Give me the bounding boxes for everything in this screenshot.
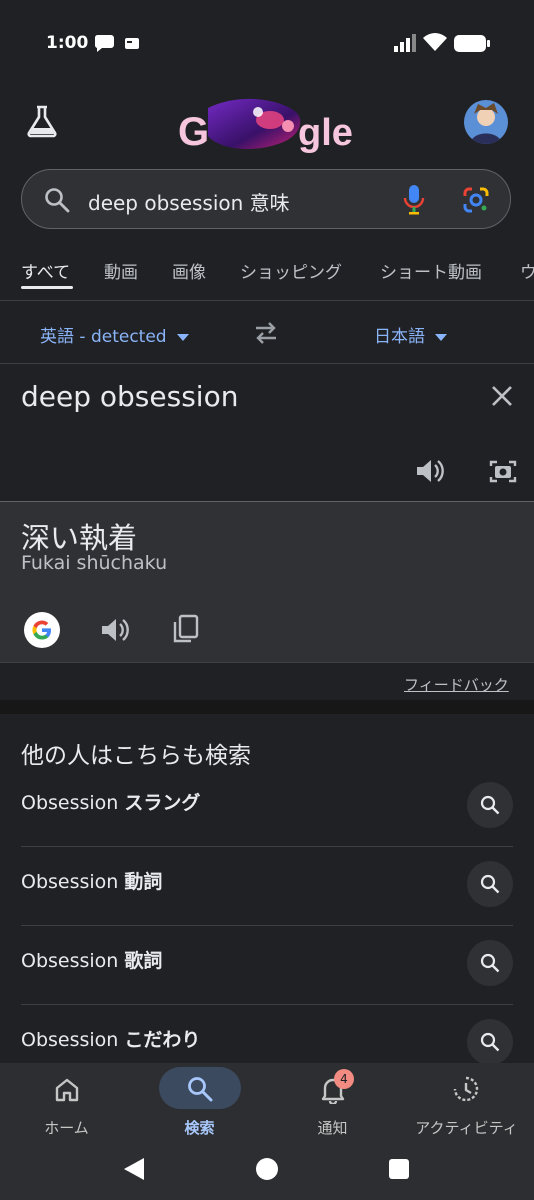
home-circle-icon[interactable] — [256, 1158, 278, 1180]
search-icon — [45, 188, 70, 213]
system-navigation-bar — [124, 1158, 409, 1180]
wifi-icon — [423, 33, 447, 51]
nav-home[interactable]: ホーム — [0, 1063, 133, 1143]
google-g-glyph — [32, 620, 51, 640]
related-search-button[interactable] — [467, 1019, 513, 1065]
related-search-item[interactable]: Obsession 歌詞 — [0, 926, 534, 1005]
activity-icon — [453, 1076, 479, 1102]
chat-notification-icon — [94, 35, 114, 52]
source-language-select[interactable]: 英語 - detected — [40, 322, 189, 347]
related-search-text: Obsession スラング — [21, 792, 201, 814]
back-icon[interactable] — [124, 1158, 144, 1180]
speaker-icon[interactable] — [100, 616, 130, 644]
divider — [0, 300, 534, 301]
tab-videos[interactable]: 動画 — [104, 258, 138, 283]
search-icon — [480, 795, 500, 815]
related-search-item[interactable]: Obsession スラング — [0, 768, 534, 847]
nav-activity-label: アクティビティ — [415, 1119, 518, 1137]
divider — [0, 363, 534, 364]
nav-search-label: 検索 — [184, 1119, 215, 1137]
google-doodle-logo[interactable]: G gle — [178, 98, 360, 158]
tab-active-indicator — [21, 286, 73, 289]
related-searches-title: 他の人はこちらも検索 — [21, 743, 251, 769]
svg-text:G: G — [178, 110, 209, 154]
tab-all[interactable]: すべて — [21, 258, 70, 283]
source-text-input[interactable]: deep obsession — [21, 380, 238, 413]
chevron-down-icon — [435, 333, 447, 341]
translation-result-text: 深い執着 — [21, 521, 138, 555]
tab-images[interactable]: 画像 — [172, 258, 206, 283]
camera-icon[interactable] — [488, 457, 518, 485]
search-icon — [480, 953, 500, 973]
nav-notifications[interactable]: 通知 — [266, 1063, 399, 1143]
search-bar[interactable]: deep obsession 意味 — [21, 169, 511, 229]
search-icon — [188, 1077, 213, 1102]
battery-icon — [454, 35, 490, 52]
nav-search[interactable]: 検索 — [133, 1063, 266, 1143]
chevron-down-icon — [176, 333, 189, 341]
source-language-label: 英語 - detected — [40, 327, 167, 347]
close-icon[interactable] — [490, 384, 514, 408]
copy-icon[interactable] — [172, 614, 200, 644]
related-search-item[interactable]: Obsession 動詞 — [0, 847, 534, 926]
mic-icon[interactable] — [402, 185, 426, 215]
search-icon — [480, 1032, 500, 1052]
romanization-text: Fukai shūchaku — [21, 552, 168, 574]
recents-icon[interactable] — [389, 1159, 409, 1179]
flask-icon[interactable] — [24, 103, 60, 139]
signal-icon — [394, 34, 416, 52]
related-search-button[interactable] — [467, 861, 513, 907]
related-search-text: Obsession 動詞 — [21, 871, 163, 893]
related-search-button[interactable] — [467, 782, 513, 828]
swap-icon[interactable] — [252, 320, 280, 346]
google-g-icon[interactable] — [24, 612, 60, 648]
feedback-link[interactable]: フィードバック — [404, 674, 509, 695]
svg-text:gle: gle — [298, 112, 353, 154]
notification-badge: 4 — [334, 1069, 354, 1089]
home-icon — [55, 1078, 79, 1102]
related-search-text: Obsession 歌詞 — [21, 950, 163, 972]
nav-home-label: ホーム — [44, 1119, 89, 1137]
account-avatar[interactable] — [464, 100, 508, 144]
target-language-select[interactable]: 日本語 — [374, 322, 447, 347]
search-tabs: すべて 動画 画像 ショッピング ショート動画 ウ — [0, 248, 534, 300]
tab-more[interactable]: ウ — [520, 258, 534, 283]
related-search-text: Obsession こだわり — [21, 1029, 201, 1051]
target-language-label: 日本語 — [374, 327, 425, 347]
card-notification-icon — [125, 38, 139, 49]
lens-icon[interactable] — [462, 186, 490, 214]
search-input[interactable]: deep obsession 意味 — [88, 187, 290, 216]
speaker-icon[interactable] — [415, 457, 445, 485]
section-gap — [0, 700, 534, 714]
status-time: 1:00 — [46, 33, 89, 53]
tab-shopping[interactable]: ショッピング — [240, 258, 342, 283]
avatar-image — [464, 100, 508, 144]
nav-activity[interactable]: アクティビティ — [400, 1063, 533, 1143]
tab-short-videos[interactable]: ショート動画 — [380, 258, 482, 283]
search-icon — [480, 874, 500, 894]
related-search-button[interactable] — [467, 940, 513, 986]
nav-notifications-label: 通知 — [317, 1119, 348, 1137]
